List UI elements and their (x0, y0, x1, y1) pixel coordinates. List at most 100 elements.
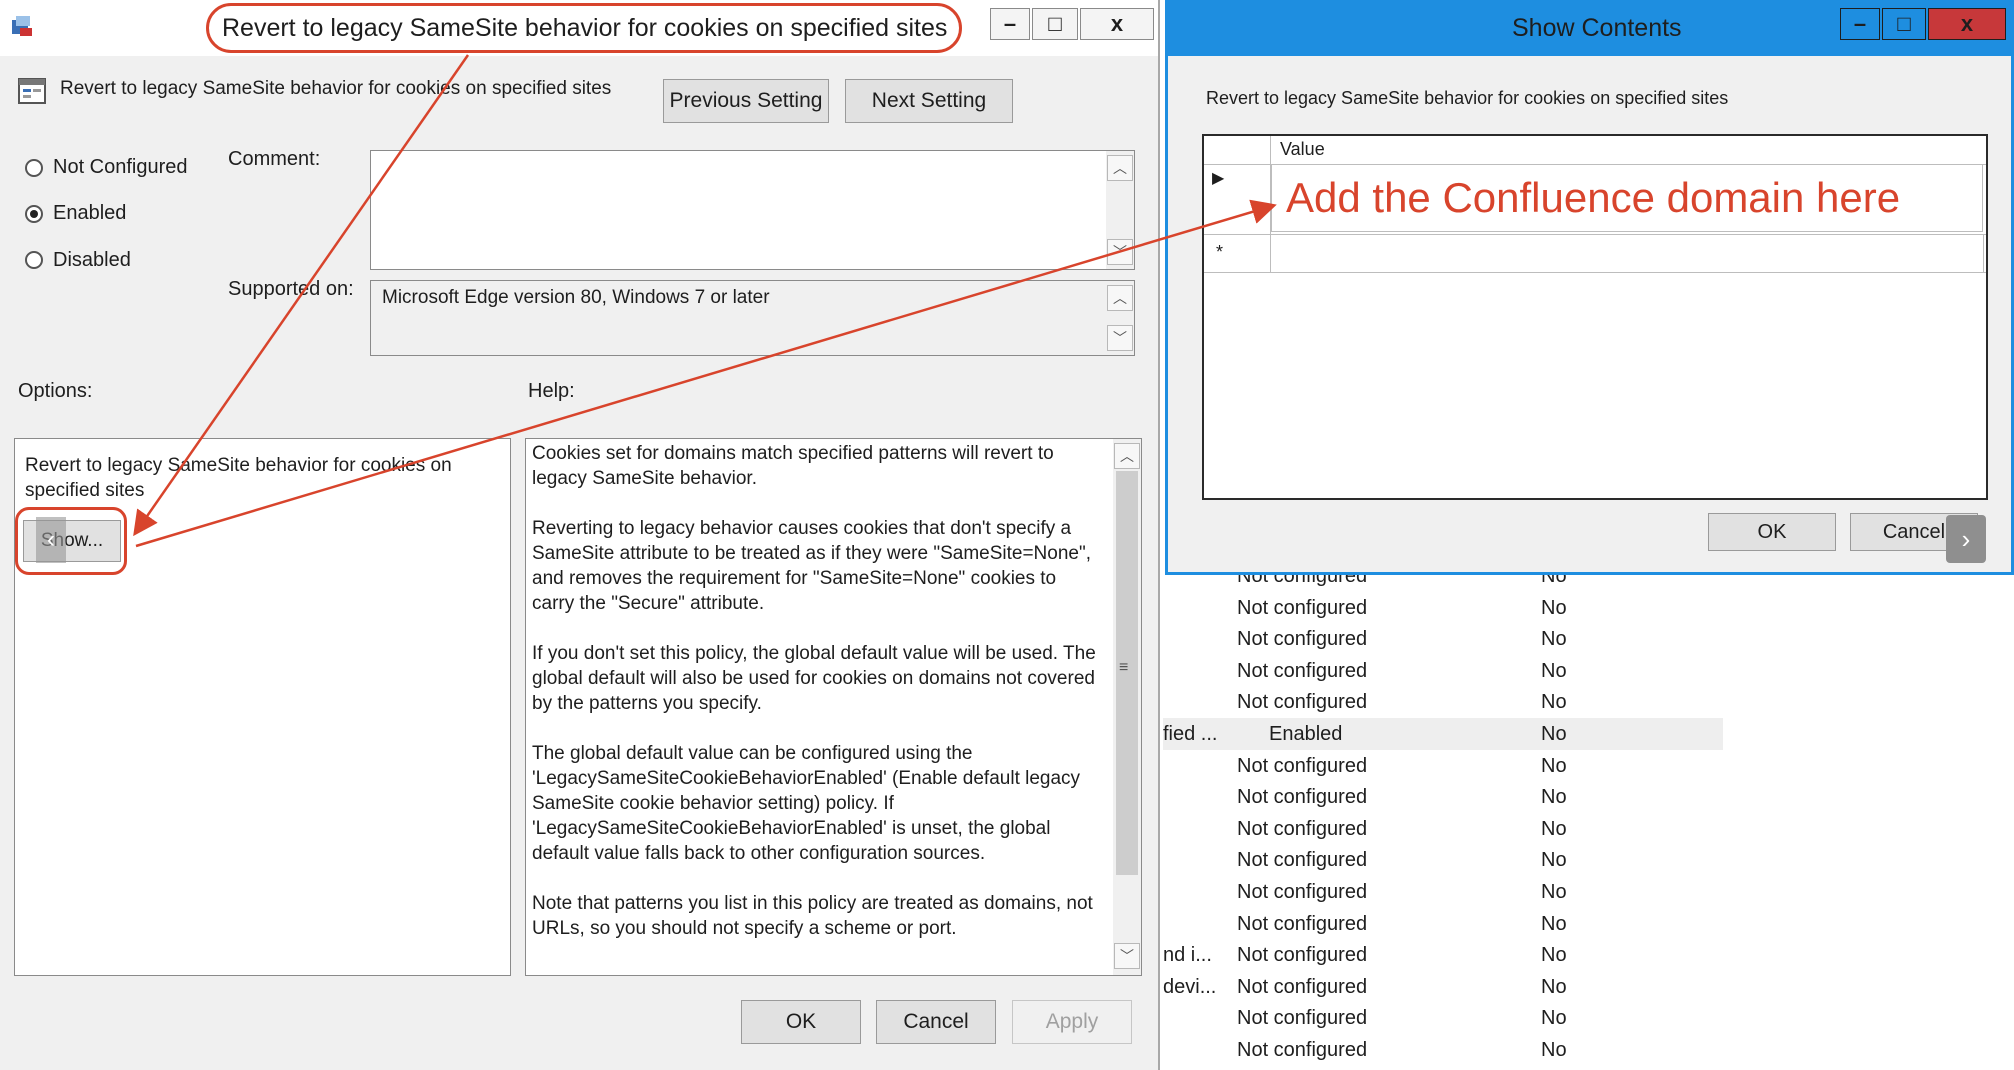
ok-button[interactable]: OK (741, 1000, 861, 1044)
help-label: Help: (528, 380, 575, 402)
policy-state: Not configured (1237, 944, 1368, 967)
help-scrollbar[interactable]: ︿ ≡ ﹀ (1113, 439, 1141, 975)
chevron-left-icon: ‹ (47, 526, 55, 553)
show-title-bar[interactable]: Show Contents – □ x (1168, 0, 2011, 56)
radio-not-configured[interactable] (25, 159, 43, 177)
supported-scrollbar[interactable]: ︿ ﹀ (1106, 281, 1134, 355)
policy-comment: No (1541, 691, 1567, 714)
policy-list-row[interactable]: Not configured No (1163, 844, 1723, 876)
policy-app-icon (12, 16, 32, 36)
policy-state: Not configured (1237, 754, 1368, 777)
help-paragraph: Reverting to legacy behavior causes cook… (532, 518, 1091, 614)
supported-on-label: Supported on: (228, 278, 354, 300)
maximize-button[interactable]: □ (1882, 8, 1926, 40)
policy-list-row[interactable]: Not configured No (1163, 813, 1723, 845)
policy-comment: No (1541, 786, 1567, 809)
policy-comment: No (1541, 944, 1567, 967)
value-column-header: Value (1280, 139, 1325, 159)
comment-scrollbar[interactable]: ︿ ﹀ (1106, 151, 1134, 269)
next-setting-button[interactable]: Next Setting (845, 79, 1013, 123)
grid-row[interactable]: ▶ Add the Confluence domain here (1204, 164, 1986, 235)
next-arrow-overlay[interactable]: › (1946, 515, 1986, 563)
show-dialog-title: Show Contents (1512, 14, 1682, 42)
policy-state: Not configured (1237, 817, 1368, 840)
grid-divider (1270, 234, 1271, 272)
policy-name: nd i... (1163, 944, 1212, 967)
previous-setting-button[interactable]: Previous Setting (663, 79, 829, 123)
policy-list: Not configured No Not configured No Not conf… (1163, 560, 1723, 1070)
radio-enabled-label: Enabled (53, 202, 127, 224)
policy-list-row[interactable]: Not configured No (1163, 1002, 1723, 1034)
scroll-up-icon[interactable]: ︿ (1107, 155, 1133, 181)
prev-arrow-overlay[interactable]: ‹ (36, 517, 66, 563)
comment-textarea[interactable]: ︿ ﹀ (370, 150, 1135, 270)
maximize-button[interactable]: □ (1032, 8, 1078, 40)
policy-state: Enabled (1269, 723, 1343, 745)
minimize-icon: – (1003, 11, 1017, 36)
policy-comment: No (1541, 723, 1567, 745)
policy-comment: No (1541, 817, 1567, 840)
policy-list-row[interactable]: Not configured No (1163, 655, 1723, 687)
close-button[interactable]: x (1080, 8, 1154, 40)
policy-state: Not configured (1237, 596, 1368, 619)
options-label: Options: (18, 380, 93, 402)
policy-comment: No (1541, 975, 1567, 998)
scroll-down-icon[interactable]: ﹀ (1107, 325, 1133, 351)
apply-button[interactable]: Apply (1012, 1000, 1132, 1044)
close-button[interactable]: x (1928, 8, 2006, 40)
grip-icon: ≡ (1119, 659, 1129, 676)
policy-list-row[interactable]: fied ... Enabled No (1163, 718, 1723, 750)
radio-enabled[interactable] (25, 205, 43, 223)
policy-list-row[interactable]: Not configured No (1163, 908, 1723, 940)
policy-state: Not configured (1237, 1039, 1368, 1061)
policy-comment: No (1541, 754, 1567, 777)
policy-list-row[interactable]: Not configured No (1163, 750, 1723, 782)
cancel-button[interactable]: Cancel (876, 1000, 996, 1044)
show-contents-dialog: Show Contents – □ x Revert to legacy Sam… (1165, 0, 2014, 575)
radio-disabled[interactable] (25, 251, 43, 269)
help-paragraph: The global default value can be configur… (532, 743, 1081, 864)
row-pointer-icon: ▶ (1212, 170, 1225, 187)
scroll-down-icon[interactable]: ﹀ (1107, 239, 1133, 265)
values-grid[interactable]: Value ▶ Add the Confluence domain here * (1202, 134, 1988, 500)
scroll-up-icon[interactable]: ︿ (1107, 285, 1133, 311)
grid-new-row[interactable]: * (1204, 234, 1986, 273)
policy-state: Not configured (1237, 659, 1368, 682)
policy-comment: No (1541, 659, 1567, 682)
help-text: Cookies set for domains match specified … (532, 441, 1102, 966)
minimize-button[interactable]: – (1840, 8, 1880, 40)
policy-list-row[interactable]: Not configured No (1163, 876, 1723, 908)
policy-comment: No (1541, 628, 1567, 651)
scroll-up-icon[interactable]: ︿ (1114, 443, 1140, 469)
policy-comment: No (1541, 881, 1567, 903)
policy-state: Not configured (1237, 912, 1368, 935)
help-paragraph: Note that patterns you list in this poli… (532, 893, 1093, 939)
scroll-down-icon[interactable]: ﹀ (1114, 943, 1140, 969)
policy-comment: No (1541, 1007, 1567, 1030)
policy-list-row[interactable]: Not configured No (1163, 592, 1723, 624)
policy-state: Not configured (1237, 1007, 1368, 1030)
grid-divider (1983, 234, 1984, 272)
maximize-icon: □ (1897, 11, 1911, 36)
radio-not-configured-label: Not Configured (53, 156, 188, 178)
policy-list-row[interactable]: Not configured No (1163, 686, 1723, 718)
policy-comment: No (1541, 849, 1567, 872)
policy-list-row[interactable]: devi... Not configured No (1163, 971, 1723, 1003)
show-button-highlight-annotation (15, 507, 127, 575)
policy-list-row[interactable]: Not configured No (1163, 1034, 1723, 1066)
policy-state: Not configured (1237, 849, 1368, 872)
setting-icon (18, 78, 46, 104)
comment-label: Comment: (228, 148, 321, 170)
policy-comment: No (1541, 596, 1567, 619)
policy-list-row[interactable]: Not configured No (1163, 623, 1723, 655)
policy-state: Not configured (1237, 975, 1368, 998)
grid-divider (1270, 136, 1271, 164)
show-ok-button[interactable]: OK (1708, 513, 1836, 551)
policy-state: Not configured (1237, 691, 1368, 714)
policy-state: Not configured (1237, 628, 1368, 651)
policy-list-row[interactable]: nd i... Not configured No (1163, 939, 1723, 971)
title-highlight-annotation (206, 3, 962, 53)
close-icon: x (1110, 11, 1124, 36)
policy-list-row[interactable]: Not configured No (1163, 781, 1723, 813)
minimize-button[interactable]: – (990, 8, 1030, 40)
